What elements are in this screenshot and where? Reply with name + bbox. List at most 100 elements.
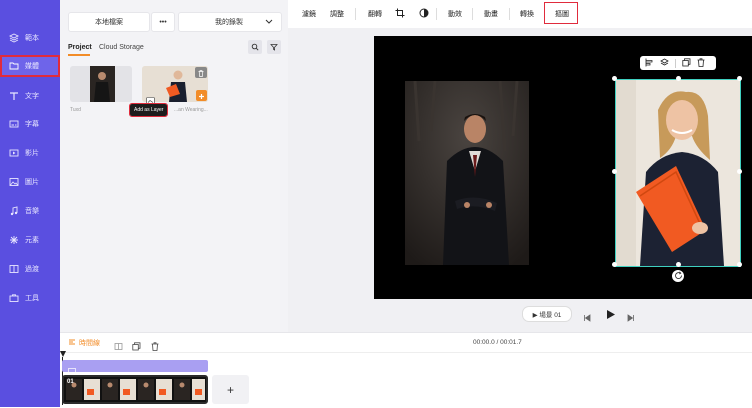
align-icon[interactable] bbox=[645, 54, 654, 72]
subtitle-icon bbox=[8, 119, 19, 130]
nav-item-elements[interactable]: 元素 bbox=[0, 229, 60, 251]
nav-item-media[interactable]: 媒體 bbox=[0, 55, 60, 77]
motion-tool-label: 動效 bbox=[448, 11, 462, 18]
toolbar-divider bbox=[509, 8, 510, 20]
my-recordings-label: 我的錄製 bbox=[215, 19, 243, 26]
contrast-icon bbox=[419, 8, 429, 20]
layers-icon[interactable] bbox=[660, 54, 669, 72]
nav-label: 影片 bbox=[25, 150, 39, 157]
edit-toolbar: 濾鏡 調整 翻轉 動效 動畫 轉換 摳圖 bbox=[288, 0, 752, 29]
resize-handle[interactable] bbox=[612, 169, 617, 174]
trash-icon[interactable] bbox=[697, 54, 705, 72]
timeline-icon bbox=[68, 338, 76, 348]
cutout-tool-label: 摳圖 bbox=[555, 11, 569, 18]
replace-tool-label: 轉換 bbox=[520, 11, 534, 18]
tab-cloud-storage[interactable]: Cloud Storage bbox=[99, 44, 144, 51]
layer-float-toolbar bbox=[640, 56, 716, 70]
replace-tool[interactable]: 轉換 bbox=[520, 9, 534, 19]
music-icon bbox=[8, 206, 19, 217]
scene-selector[interactable]: ▶ 場景 01 bbox=[522, 306, 572, 322]
add-clip-button[interactable]: + bbox=[212, 375, 249, 404]
video-icon bbox=[8, 148, 19, 159]
skip-forward-icon bbox=[627, 309, 635, 326]
local-files-label: 本地檔案 bbox=[95, 19, 123, 26]
add-as-layer-button[interactable] bbox=[146, 92, 155, 105]
delete-clip-button[interactable] bbox=[151, 338, 159, 356]
toolbox-icon bbox=[8, 293, 19, 304]
toolbar-divider bbox=[355, 8, 356, 20]
filter-tool[interactable]: 濾鏡 bbox=[302, 9, 316, 19]
filter-tool-label: 濾鏡 bbox=[302, 11, 316, 18]
more-button[interactable]: ••• bbox=[151, 12, 175, 32]
resize-handle[interactable] bbox=[737, 76, 742, 81]
trash-icon bbox=[198, 64, 204, 82]
resize-handle[interactable] bbox=[612, 262, 617, 267]
cutout-tool[interactable]: 摳圖 bbox=[555, 9, 569, 19]
flip-tool-label: 翻轉 bbox=[368, 11, 382, 18]
nav-label: 圖片 bbox=[25, 179, 39, 186]
animation-tool-label: 動畫 bbox=[484, 11, 498, 18]
plus-icon bbox=[198, 87, 205, 105]
motion-tool[interactable]: 動效 bbox=[448, 9, 462, 19]
playhead-marker[interactable] bbox=[60, 351, 66, 357]
play-button[interactable] bbox=[605, 307, 616, 325]
resize-handle[interactable] bbox=[676, 76, 681, 81]
tab-underline bbox=[68, 54, 90, 56]
nav-item-video[interactable]: 影片 bbox=[0, 142, 60, 164]
search-icon bbox=[251, 38, 259, 56]
thumbnail-caption-1: Tuxd bbox=[70, 107, 81, 113]
my-recordings-dropdown[interactable]: 我的錄製 bbox=[178, 12, 282, 32]
local-files-button[interactable]: 本地檔案 bbox=[68, 12, 150, 32]
media-thumbnail-1[interactable] bbox=[70, 66, 132, 102]
adjust-tool-label: 調整 bbox=[330, 11, 344, 18]
split-button[interactable] bbox=[114, 338, 123, 356]
man-in-suit-layer[interactable] bbox=[405, 81, 529, 265]
nav-label: 音樂 bbox=[25, 208, 39, 215]
elements-icon bbox=[8, 235, 19, 246]
resize-handle[interactable] bbox=[737, 262, 742, 267]
nav-item-images[interactable]: 圖片 bbox=[0, 171, 60, 193]
toolbar-divider bbox=[436, 8, 437, 20]
add-media-button[interactable] bbox=[196, 90, 207, 101]
animation-tool[interactable]: 動畫 bbox=[484, 9, 498, 19]
duplicate-icon[interactable] bbox=[682, 54, 691, 72]
nav-item-music[interactable]: 音樂 bbox=[0, 200, 60, 222]
timeline-button[interactable]: 時間線 bbox=[68, 338, 100, 348]
crop-icon bbox=[395, 8, 405, 20]
resize-handle[interactable] bbox=[737, 169, 742, 174]
skip-back-icon bbox=[583, 309, 591, 326]
text-icon bbox=[8, 91, 19, 102]
video-clip[interactable]: 01 bbox=[62, 375, 208, 404]
search-button[interactable] bbox=[248, 40, 262, 54]
nav-item-tools[interactable]: 工具 bbox=[0, 287, 60, 309]
tab-project[interactable]: Project bbox=[68, 44, 92, 51]
next-button[interactable] bbox=[627, 309, 635, 327]
media-panel: 本地檔案 ••• 我的錄製 Project Cloud Storage Tuxd bbox=[60, 0, 296, 332]
tab-cloud-storage-label: Cloud Storage bbox=[99, 44, 144, 51]
resize-handle[interactable] bbox=[612, 76, 617, 81]
nav-label: 字幕 bbox=[25, 121, 39, 128]
filter-button[interactable] bbox=[267, 40, 281, 54]
nav-item-subtitles[interactable]: 字幕 bbox=[0, 113, 60, 135]
nav-item-templates[interactable]: 範本 bbox=[0, 27, 60, 49]
layer-track[interactable] bbox=[62, 360, 208, 375]
flip-tool[interactable]: 翻轉 bbox=[368, 9, 382, 19]
crop-tool[interactable] bbox=[395, 8, 405, 20]
duplicate-clip-button[interactable] bbox=[132, 338, 141, 356]
nav-item-transitions[interactable]: 過渡 bbox=[0, 258, 60, 280]
nav-label: 元素 bbox=[25, 237, 39, 244]
toolbar-divider bbox=[472, 8, 473, 20]
plus-icon: + bbox=[226, 382, 234, 397]
time-display: 00:00.0 / 00:01.7 bbox=[473, 339, 522, 346]
left-nav: 範本 媒體 文字 字幕 影片 圖片 音樂 元素 過渡 工具 bbox=[0, 0, 60, 407]
image-icon bbox=[8, 177, 19, 188]
color-tool[interactable] bbox=[419, 8, 429, 20]
delete-media-button[interactable] bbox=[195, 67, 207, 78]
rotate-handle[interactable] bbox=[672, 270, 684, 282]
previous-button[interactable] bbox=[583, 309, 591, 327]
adjust-tool[interactable]: 調整 bbox=[330, 9, 344, 19]
tab-project-label: Project bbox=[68, 44, 92, 51]
nav-item-text[interactable]: 文字 bbox=[0, 85, 60, 107]
play-icon bbox=[605, 307, 616, 324]
clip-number: 01 bbox=[67, 379, 74, 385]
